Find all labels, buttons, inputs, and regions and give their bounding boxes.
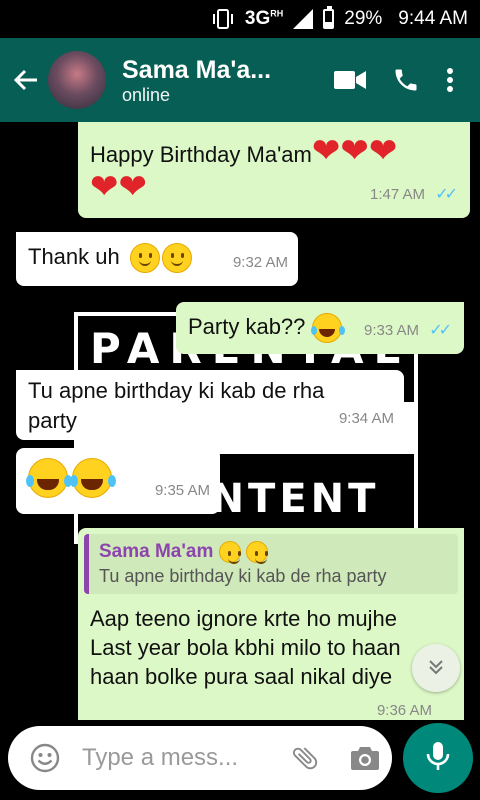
back-arrow-icon[interactable]	[4, 50, 48, 110]
battery-percent: 29%	[344, 8, 383, 29]
laugh-emoji	[26, 458, 68, 498]
message-meta: 1:47 AM ✓✓	[370, 177, 458, 210]
heart-eyes-emoji	[218, 540, 241, 564]
message-time: 9:33 AM	[364, 322, 420, 339]
chat-area[interactable]: PARENTAL T CONTENT Happy Birthday Ma'am❤…	[0, 122, 480, 720]
message-text: Thank uh	[28, 244, 120, 269]
message-text: Tu apne birthday ki kab de rha party	[28, 378, 325, 433]
message-time: 1:47 AM	[370, 186, 426, 203]
input-bar	[0, 720, 480, 800]
smile-emoji	[129, 243, 160, 274]
avatar[interactable]	[48, 51, 106, 109]
contact-name: Sama Ma'a...	[122, 55, 272, 84]
clock: 9:44 AM	[398, 8, 468, 29]
network-type: 3GRH	[244, 8, 284, 29]
message-time: 9:36 AM	[376, 702, 432, 719]
battery-icon	[323, 6, 335, 29]
heart-eyes-emoji	[245, 540, 268, 564]
quoted-text: Tu apne birthday ki kab de rha party	[99, 566, 387, 586]
emoji-icon[interactable]	[28, 741, 62, 775]
signal-icon	[293, 9, 314, 29]
laugh-emoji	[70, 458, 112, 498]
message-bubble-outgoing-reply[interactable]: Sama Ma'am Tu apne birthday ki kab de rh…	[78, 528, 464, 720]
mic-icon	[425, 740, 451, 777]
more-vert-icon[interactable]	[446, 67, 454, 93]
message-time: 9:35 AM	[154, 482, 210, 499]
quoted-sender: Sama Ma'am	[99, 540, 448, 564]
status-bar: 3GRH 29% 9:44 AM	[0, 0, 480, 38]
message-text: Happy Birthday Ma'am❤❤❤	[90, 132, 398, 170]
phone-icon[interactable]	[392, 66, 420, 94]
heart-emoji: ❤❤❤	[311, 132, 398, 170]
scroll-to-bottom-button[interactable]	[412, 644, 460, 692]
video-call-icon[interactable]	[334, 69, 366, 91]
message-bubble-outgoing[interactable]: Happy Birthday Ma'am❤❤❤ ❤❤ 1:47 AM ✓✓	[78, 122, 470, 218]
message-bubble-outgoing[interactable]: Party kab?? 9:33 AM ✓✓	[176, 302, 464, 354]
quoted-message[interactable]: Sama Ma'am Tu apne birthday ki kab de rh…	[84, 534, 458, 594]
contact-info[interactable]: Sama Ma'a... online	[122, 55, 334, 106]
header-actions	[334, 66, 480, 94]
message-composer	[8, 726, 392, 790]
message-time: 9:34 AM	[338, 410, 394, 427]
read-ticks-icon: ✓✓	[435, 186, 458, 203]
laugh-emoji	[310, 313, 342, 344]
message-meta: 9:33 AM ✓✓	[364, 313, 452, 346]
chat-header: Sama Ma'a... online	[0, 38, 480, 122]
attach-icon[interactable]	[288, 741, 322, 775]
smile-emoji	[161, 243, 192, 274]
message-bubble-incoming[interactable]: Tu apne birthday ki kab de rha party 9:3…	[16, 370, 404, 440]
message-input[interactable]	[80, 743, 274, 773]
camera-icon[interactable]	[348, 741, 382, 775]
message-text: Party kab??	[188, 314, 306, 339]
message-time: 9:32 AM	[232, 254, 288, 271]
chevron-down-icon	[426, 656, 446, 681]
vibrate-icon	[211, 8, 235, 30]
contact-status: online	[122, 84, 171, 105]
message-bubble-incoming[interactable]: 9:35 AM	[16, 448, 220, 514]
message-text: Aap teeno ignore krte ho mujhe Last year…	[90, 606, 401, 689]
read-ticks-icon: ✓✓	[429, 322, 452, 339]
message-bubble-incoming[interactable]: Thank uh 9:32 AM	[16, 232, 298, 286]
mic-button[interactable]	[403, 723, 473, 793]
